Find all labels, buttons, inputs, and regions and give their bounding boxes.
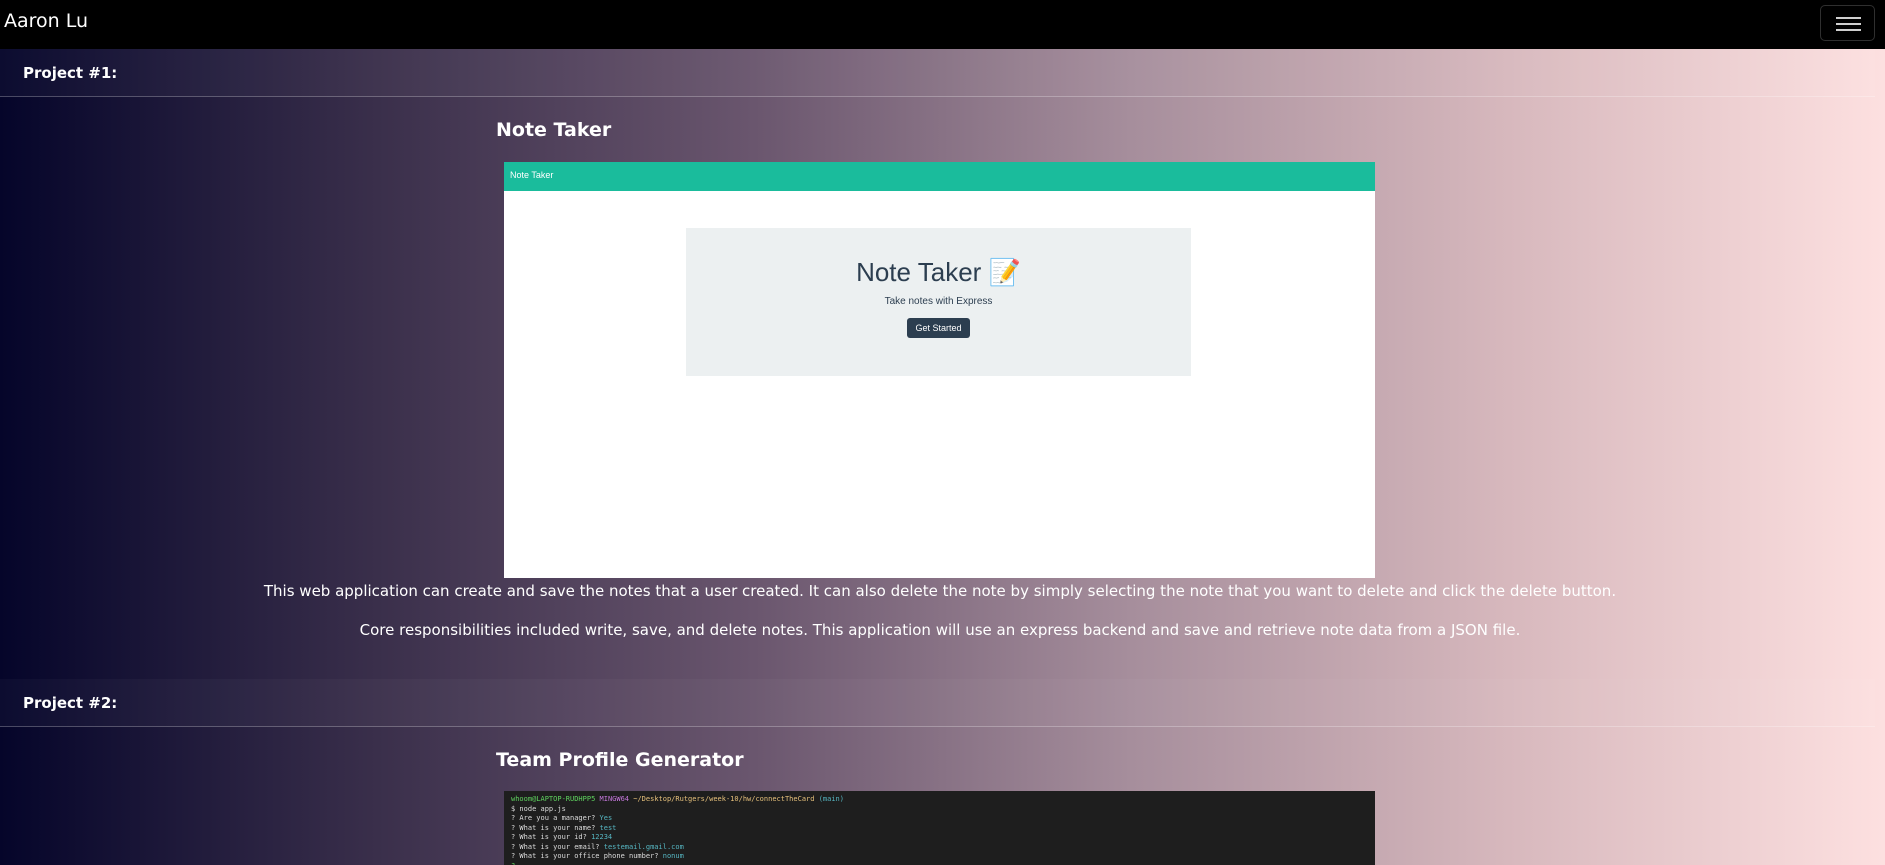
project-1-screenshot: Note Taker Note Taker 📝 Take notes with … (504, 162, 1375, 578)
project-2-header: Project #2: (0, 679, 1875, 727)
terminal-line: ? What is your email? testemail.gmail.co… (511, 842, 684, 851)
project-1-description-2: Core responsibilities included write, sa… (359, 621, 1521, 639)
screenshot-heading: Note Taker 📝 (856, 257, 1021, 287)
screenshot-subtitle: Take notes with Express (884, 296, 993, 307)
project-2-label: Project #2: (23, 694, 118, 712)
screenshot-jumbotron: Note Taker 📝 Take notes with Express Get… (686, 228, 1191, 376)
menu-toggle-button[interactable] (1820, 5, 1875, 41)
project-1-title: Note Taker (496, 119, 612, 141)
terminal-command: $ node app.js (511, 804, 566, 813)
project-1-header: Project #1: (0, 49, 1875, 97)
terminal-line: ? What is your id? 12234 (511, 833, 613, 841)
screenshot-get-started-button: Get Started (907, 318, 970, 338)
screenshot-nav-title: Note Taker (510, 170, 554, 180)
screenshot-navbar: Note Taker (504, 162, 1375, 191)
navbar: Aaron Lu (0, 0, 1885, 49)
terminal-line: ? Are you a manager? Yes (511, 814, 613, 822)
terminal-cursor: ? (511, 862, 1368, 865)
project-2-title: Team Profile Generator (496, 749, 744, 771)
terminal-prompt: whoom@LAPTOP-RUDHPP5 MINGW64 ~/Desktop/R… (511, 795, 844, 803)
terminal-line: ? What is your name? test (511, 823, 617, 832)
project-1-label: Project #1: (23, 64, 118, 82)
brand-name[interactable]: Aaron Lu (4, 10, 88, 32)
project-1-description-1: This web application can create and save… (263, 582, 1617, 600)
terminal-line: ? What is your office phone number? nonu… (511, 852, 684, 860)
project-2-screenshot: whoom@LAPTOP-RUDHPP5 MINGW64 ~/Desktop/R… (504, 791, 1375, 865)
